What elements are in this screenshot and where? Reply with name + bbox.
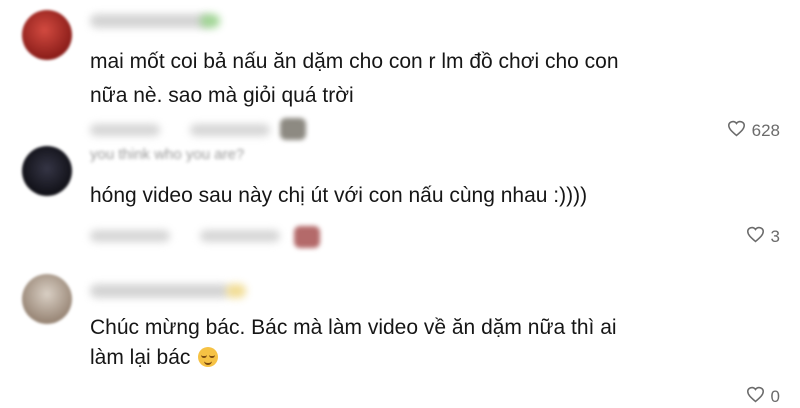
comment-text: Chúc mừng bác. Bác mà làm video về ăn dặ…: [90, 316, 617, 339]
comment-text-line-2: làm lại bác: [90, 342, 219, 374]
comment-item: mai mốt coi bả nấu ăn dặm cho con r lm đ…: [0, 0, 800, 140]
relieved-face-emoji: [198, 347, 219, 367]
comment-text-line-1: hóng video sau này chị út với con nấu cù…: [90, 184, 588, 207]
badge-blurred: [200, 14, 220, 28]
sticker-thumbnail: [294, 226, 320, 248]
avatar[interactable]: [22, 10, 72, 60]
sticker-thumbnail: [280, 118, 306, 140]
heart-outline-icon: [746, 386, 765, 408]
comment-item: Chúc mừng bác. Bác mà làm video về ăn dặ…: [0, 270, 800, 406]
like-count: 3: [770, 227, 780, 246]
comment-text-line-1: mai mốt coi bả nấu ăn dặm cho con r lm đ…: [90, 50, 619, 73]
like-button[interactable]: 0: [746, 386, 780, 408]
like-count: 0: [770, 387, 780, 406]
comment-text: làm lại bác: [90, 346, 191, 369]
avatar[interactable]: [22, 274, 72, 324]
comment-meta-blurred: [90, 230, 170, 242]
like-button[interactable]: 3: [746, 226, 780, 248]
like-button[interactable]: 628: [727, 120, 780, 142]
comment-text-line-1: Chúc mừng bác. Bác mà làm video về ăn dặ…: [90, 312, 617, 344]
reply-link-blurred[interactable]: [200, 230, 280, 242]
comment-meta-blurred: [90, 124, 160, 136]
avatar[interactable]: [22, 146, 72, 196]
username-blurred: [90, 284, 230, 298]
heart-outline-icon: [746, 226, 765, 248]
badge-blurred: [226, 284, 246, 298]
reply-quote-blurred: you think who you are?: [90, 146, 245, 163]
like-count: 628: [751, 121, 780, 140]
comment-item: you think who you are? hóng video sau nà…: [0, 140, 800, 260]
username-blurred: [90, 14, 210, 28]
reply-link-blurred[interactable]: [190, 124, 270, 136]
heart-outline-icon: [727, 120, 746, 142]
comment-text-line-2: nữa nè. sao mà giỏi quá trời: [90, 84, 354, 107]
